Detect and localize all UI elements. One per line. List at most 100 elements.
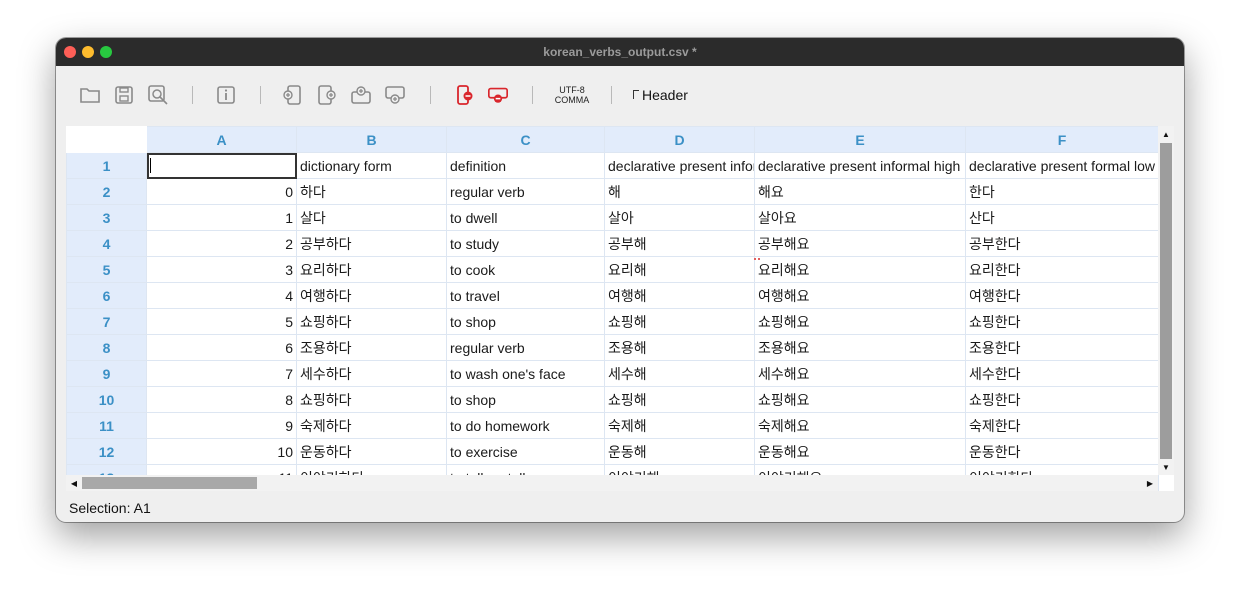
table-cell[interactable]: 운동한다 [965, 438, 1159, 465]
scroll-left-button[interactable]: ◀ [66, 475, 82, 491]
table-cell[interactable]: 살아요 [754, 204, 966, 231]
find-icon[interactable] [147, 84, 169, 106]
column-header[interactable]: F [965, 126, 1159, 153]
row-header[interactable]: 2 [66, 178, 147, 205]
table-cell[interactable]: 요리한다 [965, 256, 1159, 283]
column-header[interactable]: D [604, 126, 755, 153]
table-cell[interactable]: 8 [146, 386, 297, 413]
table-cell[interactable]: 숙제하다 [296, 412, 447, 439]
row-header[interactable]: 12 [66, 438, 147, 465]
column-header[interactable]: A [146, 126, 297, 153]
table-cell[interactable]: to do homework [446, 412, 605, 439]
table-cell[interactable]: 요리해 [604, 256, 755, 283]
table-cell[interactable]: to dwell [446, 204, 605, 231]
column-header[interactable]: E [754, 126, 966, 153]
row-header[interactable]: 1 [66, 152, 147, 179]
table-cell[interactable]: to exercise [446, 438, 605, 465]
save-icon[interactable] [113, 84, 135, 106]
table-cell[interactable]: to shop [446, 308, 605, 335]
delete-column-icon[interactable] [454, 84, 476, 106]
table-cell[interactable]: declarative present informal high [754, 152, 966, 179]
scroll-right-button[interactable]: ▶ [1142, 475, 1158, 491]
table-cell[interactable]: declarative present formal low [965, 152, 1159, 179]
table-cell[interactable]: definition [446, 152, 605, 179]
table-cell[interactable]: 쇼핑한다 [965, 386, 1159, 413]
table-cell[interactable]: 산다 [965, 204, 1159, 231]
table-cell[interactable]: 공부하다 [296, 230, 447, 257]
table-cell[interactable]: 운동해 [604, 438, 755, 465]
table-cell[interactable]: 0 [146, 178, 297, 205]
table-cell[interactable]: declarative present informal low [604, 152, 755, 179]
table-cell[interactable]: regular verb [446, 178, 605, 205]
table-cell[interactable]: 쇼핑해 [604, 308, 755, 335]
table-cell[interactable]: 요리하다 [296, 256, 447, 283]
table-cell[interactable]: 하다 [296, 178, 447, 205]
scroll-up-button[interactable]: ▲ [1158, 126, 1174, 142]
table-cell[interactable]: 세수해요 [754, 360, 966, 387]
table-cell[interactable]: 한다 [965, 178, 1159, 205]
table-cell[interactable]: 세수해 [604, 360, 755, 387]
table-cell[interactable]: 2 [146, 230, 297, 257]
vertical-scroll-thumb[interactable] [1160, 143, 1172, 463]
table-cell[interactable]: 9 [146, 412, 297, 439]
table-cell[interactable]: 살다 [296, 204, 447, 231]
table-cell[interactable]: 조용해 [604, 334, 755, 361]
table-cell[interactable]: 쇼핑하다 [296, 386, 447, 413]
table-cell[interactable]: 6 [146, 334, 297, 361]
horizontal-scroll-thumb[interactable] [80, 477, 257, 489]
row-header[interactable]: 6 [66, 282, 147, 309]
table-cell[interactable]: to study [446, 230, 605, 257]
table-cell[interactable]: 조용한다 [965, 334, 1159, 361]
table-cell[interactable]: 운동하다 [296, 438, 447, 465]
row-header[interactable]: 10 [66, 386, 147, 413]
header-toggle[interactable]: Header [633, 87, 688, 103]
table-cell[interactable]: 1 [146, 204, 297, 231]
table-cell[interactable]: to cook [446, 256, 605, 283]
table-cell[interactable]: regular verb [446, 334, 605, 361]
table-cell[interactable]: 운동해요 [754, 438, 966, 465]
selected-cell[interactable] [146, 152, 297, 179]
table-cell[interactable]: 쇼핑해요 [754, 386, 966, 413]
table-cell[interactable]: 7 [146, 360, 297, 387]
table-cell[interactable]: 여행하다 [296, 282, 447, 309]
row-header[interactable]: 8 [66, 334, 147, 361]
insert-row-above-icon[interactable] [350, 84, 372, 106]
insert-column-before-icon[interactable] [282, 84, 304, 106]
info-icon[interactable] [215, 84, 237, 106]
table-cell[interactable]: 해 [604, 178, 755, 205]
corner-cell[interactable] [66, 126, 147, 153]
delete-row-icon[interactable] [487, 84, 509, 106]
table-cell[interactable]: 숙제한다 [965, 412, 1159, 439]
table-cell[interactable]: 숙제해요 [754, 412, 966, 439]
table-cell[interactable]: 여행한다 [965, 282, 1159, 309]
column-header[interactable]: C [446, 126, 605, 153]
table-cell[interactable]: to wash one's face [446, 360, 605, 387]
table-cell[interactable]: 4 [146, 282, 297, 309]
table-cell[interactable]: 해요 [754, 178, 966, 205]
scroll-down-button[interactable]: ▼ [1158, 459, 1174, 475]
row-header[interactable]: 3 [66, 204, 147, 231]
table-cell[interactable]: 3 [146, 256, 297, 283]
table-cell[interactable]: 숙제해 [604, 412, 755, 439]
encoding-button[interactable]: UTF-8 COMMA [548, 85, 596, 105]
table-cell[interactable]: 요리해요 [754, 256, 966, 283]
table-cell[interactable]: dictionary form [296, 152, 447, 179]
table-cell[interactable]: 공부한다 [965, 230, 1159, 257]
open-folder-icon[interactable] [79, 84, 101, 106]
table-cell[interactable]: 쇼핑하다 [296, 308, 447, 335]
table-cell[interactable]: 10 [146, 438, 297, 465]
table-cell[interactable]: 공부해 [604, 230, 755, 257]
row-header[interactable]: 9 [66, 360, 147, 387]
table-cell[interactable]: 조용해요 [754, 334, 966, 361]
table-cell[interactable]: 공부해요 [754, 230, 966, 257]
row-header[interactable]: 11 [66, 412, 147, 439]
table-cell[interactable]: 여행해요 [754, 282, 966, 309]
row-header[interactable]: 4 [66, 230, 147, 257]
table-cell[interactable]: 살아 [604, 204, 755, 231]
table-cell[interactable]: to travel [446, 282, 605, 309]
table-cell[interactable]: to shop [446, 386, 605, 413]
table-cell[interactable]: 쇼핑해요 [754, 308, 966, 335]
table-cell[interactable]: 쇼핑해 [604, 386, 755, 413]
table-cell[interactable]: 쇼핑한다 [965, 308, 1159, 335]
insert-column-after-icon[interactable] [316, 84, 338, 106]
